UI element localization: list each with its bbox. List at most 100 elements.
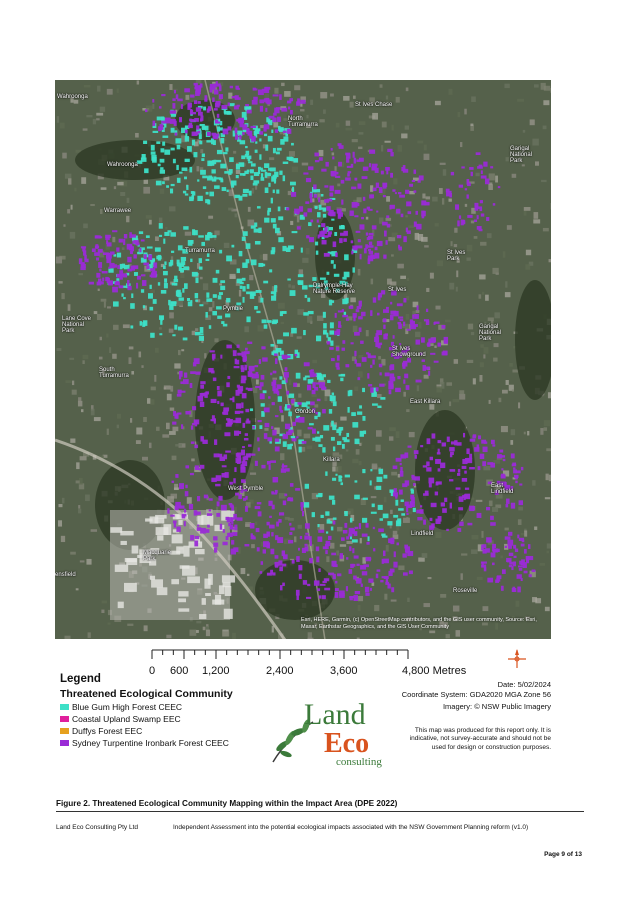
urban-texture <box>271 625 274 633</box>
vegetation-patch <box>370 511 377 514</box>
vegetation-patch <box>345 177 351 181</box>
urban-texture <box>219 283 222 286</box>
urban-texture <box>264 427 269 431</box>
urban-texture <box>116 424 120 429</box>
vegetation-patch <box>331 552 337 556</box>
vegetation-patch <box>317 411 321 417</box>
vegetation-patch <box>281 107 288 112</box>
vegetation-patch <box>520 466 524 471</box>
urban-texture <box>143 186 151 194</box>
urban-texture <box>461 553 468 556</box>
place-label-dalrymple: Dalrymple-Hay Nature Reserve <box>313 283 356 295</box>
vegetation-patch <box>475 152 481 156</box>
urban-texture <box>148 219 152 225</box>
vegetation-patch <box>374 336 380 343</box>
urban-texture <box>504 292 511 298</box>
vegetation-patch <box>296 226 301 230</box>
vegetation-patch <box>209 350 215 353</box>
urban-texture <box>96 112 104 116</box>
urban-texture <box>359 442 362 446</box>
vegetation-patch <box>269 515 272 518</box>
vegetation-patch <box>440 502 445 507</box>
vegetation-patch <box>252 453 256 456</box>
vegetation-patch <box>316 398 321 402</box>
vegetation-patch <box>99 268 102 272</box>
urban-texture <box>180 273 185 279</box>
urban-texture <box>522 129 526 133</box>
vegetation-patch <box>319 583 326 586</box>
vegetation-patch <box>302 580 308 585</box>
vegetation-patch <box>266 320 272 323</box>
vegetation-patch <box>278 560 283 566</box>
urban-texture <box>352 458 359 464</box>
vegetation-patch <box>241 155 246 160</box>
industrial-building <box>208 573 213 585</box>
vegetation-patch <box>222 541 228 546</box>
vegetation-patch <box>246 284 250 289</box>
vegetation-patch <box>160 290 167 294</box>
vegetation-patch <box>342 529 348 534</box>
vegetation-patch <box>254 505 261 510</box>
place-label-lane-cove-np: Lane Cove National Park <box>62 316 92 334</box>
vegetation-patch <box>361 357 367 362</box>
industrial-building <box>205 593 211 597</box>
vegetation-patch <box>152 130 159 133</box>
urban-texture <box>351 139 358 143</box>
vegetation-patch <box>242 188 249 194</box>
urban-texture <box>460 573 463 580</box>
vegetation-patch <box>457 472 461 476</box>
vegetation-patch <box>467 522 473 526</box>
vegetation-patch <box>239 281 244 285</box>
vegetation-patch <box>216 306 222 310</box>
vegetation-patch <box>434 491 439 496</box>
urban-texture <box>136 427 143 435</box>
vegetation-patch <box>268 396 271 399</box>
vegetation-patch <box>279 376 283 380</box>
urban-texture <box>504 527 509 531</box>
vegetation-patch <box>307 583 311 587</box>
vegetation-patch <box>325 471 328 476</box>
urban-texture <box>391 471 398 476</box>
urban-texture <box>446 382 453 386</box>
vegetation-patch <box>328 299 333 306</box>
vegetation-patch <box>507 531 513 536</box>
vegetation-patch <box>518 567 523 571</box>
urban-texture <box>337 183 341 187</box>
urban-texture <box>69 357 75 360</box>
vegetation-patch <box>362 416 366 421</box>
urban-texture <box>63 224 66 227</box>
vegetation-patch <box>198 85 202 89</box>
vegetation-patch <box>215 483 221 487</box>
urban-texture <box>452 605 460 612</box>
vegetation-patch <box>164 278 168 283</box>
urban-texture <box>485 294 489 301</box>
urban-texture <box>147 398 151 404</box>
vegetation-patch <box>332 499 336 505</box>
urban-texture <box>548 259 551 263</box>
urban-texture <box>546 550 550 554</box>
vegetation-patch <box>271 295 277 301</box>
vegetation-patch <box>264 124 270 130</box>
vegetation-patch <box>283 332 290 337</box>
vegetation-patch <box>324 227 328 232</box>
vegetation-patch <box>341 443 345 449</box>
vegetation-patch <box>295 372 301 379</box>
industrial-building <box>221 575 236 583</box>
place-label-turramurra: Turramurra <box>185 248 215 254</box>
vegetation-patch <box>370 468 373 472</box>
vegetation-patch <box>499 449 504 453</box>
vegetation-patch <box>286 390 290 395</box>
urban-texture <box>405 314 410 320</box>
vegetation-patch <box>276 147 282 151</box>
vegetation-patch <box>368 384 373 387</box>
vegetation-patch <box>192 229 196 236</box>
urban-texture <box>391 124 394 131</box>
vegetation-patch <box>335 252 338 258</box>
vegetation-patch <box>449 469 456 472</box>
scale-bar <box>151 649 409 659</box>
vegetation-patch <box>353 315 356 322</box>
vegetation-patch <box>388 385 394 390</box>
vegetation-patch <box>232 350 237 357</box>
vegetation-patch <box>397 376 401 380</box>
vegetation-patch <box>233 420 239 423</box>
